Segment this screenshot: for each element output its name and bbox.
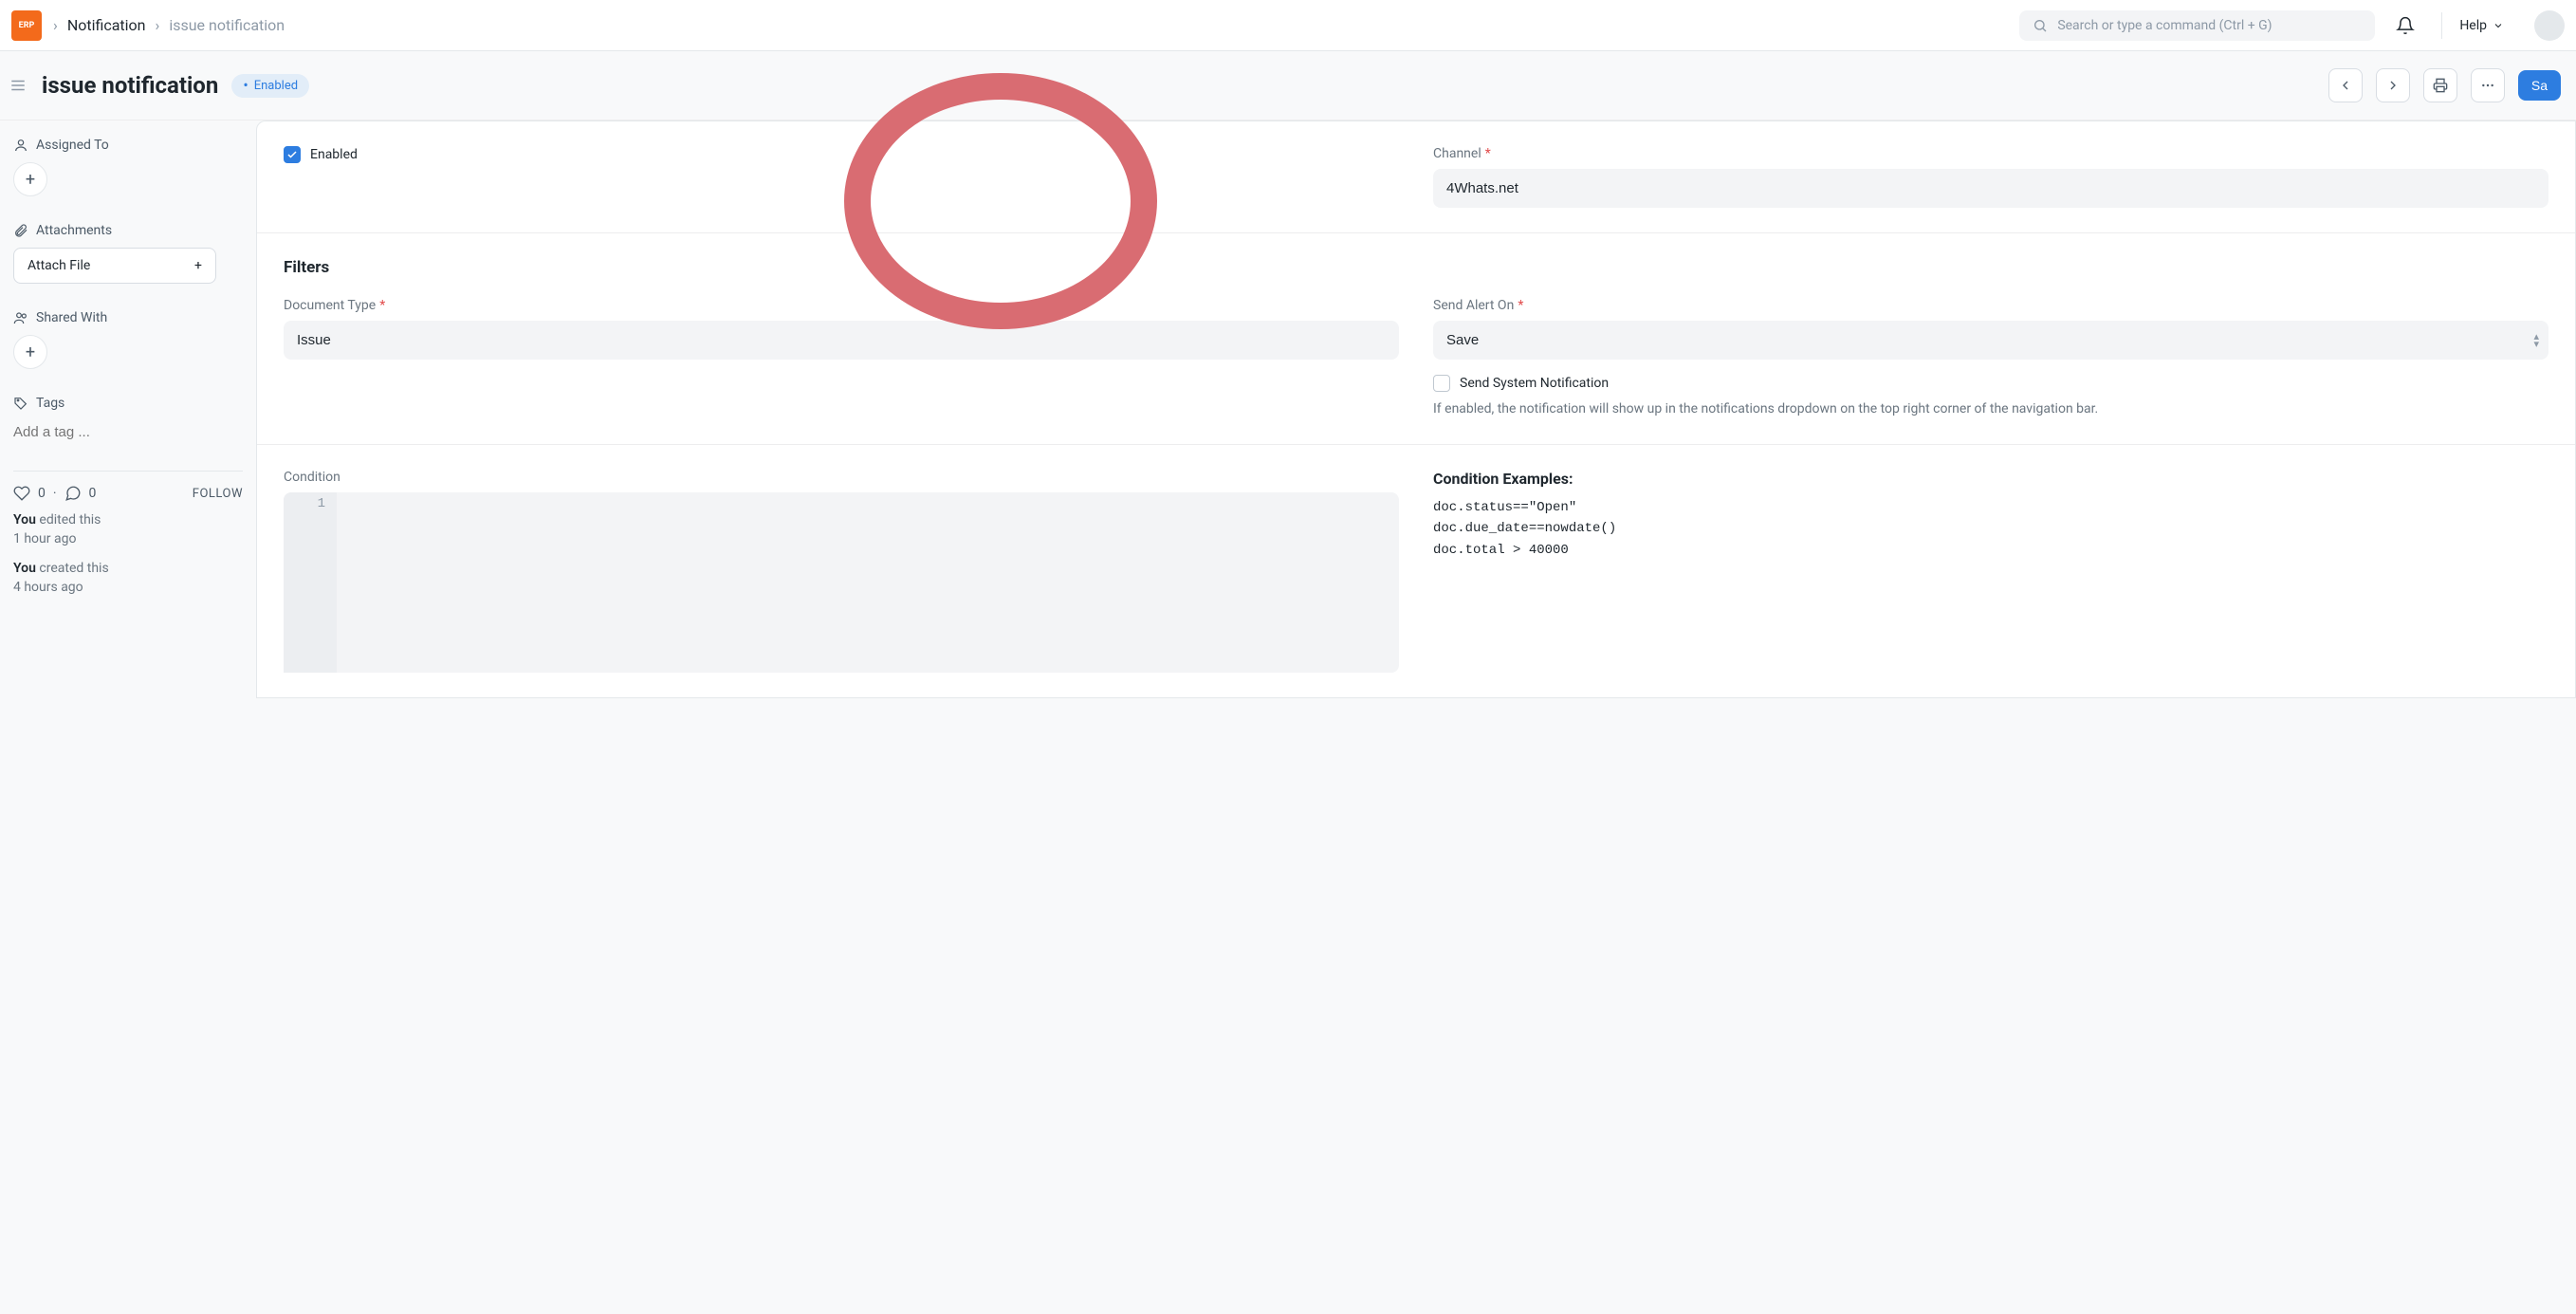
filters-title: Filters — [284, 258, 2548, 277]
page-title: issue notification — [42, 72, 218, 99]
assigned-to-label: Assigned To — [13, 138, 243, 153]
search-input[interactable]: Search or type a command (Ctrl + G) — [2019, 10, 2375, 41]
breadcrumb-current: issue notification — [169, 16, 285, 34]
comment-icon[interactable] — [64, 485, 82, 502]
doctype-label: Document Type* — [284, 298, 1399, 313]
heart-icon[interactable] — [13, 485, 30, 502]
editor-content[interactable] — [337, 492, 1399, 673]
examples-code: doc.status=="Open" doc.due_date==nowdate… — [1433, 497, 2548, 561]
app-logo[interactable]: ERP — [11, 10, 42, 41]
printer-icon — [2433, 78, 2448, 93]
help-label: Help — [2459, 18, 2487, 33]
print-button[interactable] — [2423, 68, 2457, 102]
chevron-right-icon: › — [53, 16, 58, 34]
add-share-button[interactable]: + — [13, 335, 47, 369]
bell-icon — [2396, 16, 2415, 35]
send-alert-label: Send Alert On* — [1433, 298, 2548, 313]
channel-field[interactable] — [1433, 169, 2548, 208]
activity-counts: 0 · 0 FOLLOW — [13, 485, 243, 502]
log-entry: You edited this 1 hour ago — [13, 511, 243, 548]
select-chevrons-icon: ▴▾ — [2533, 333, 2539, 348]
doctype-field[interactable] — [284, 321, 1399, 360]
users-icon — [13, 310, 28, 325]
channel-label: Channel* — [1433, 146, 2548, 161]
breadcrumb: › Notification › issue notification — [53, 16, 285, 34]
send-alert-field[interactable] — [1433, 321, 2548, 360]
plus-icon: + — [194, 258, 202, 273]
next-button[interactable] — [2376, 68, 2410, 102]
follow-button[interactable]: FOLLOW — [193, 487, 243, 501]
tags-label: Tags — [13, 396, 243, 411]
attachments-label: Attachments — [13, 223, 243, 238]
sidebar: Assigned To + Attachments Attach File + … — [0, 120, 256, 1314]
tag-icon — [13, 396, 28, 411]
shared-with-label: Shared With — [13, 310, 243, 325]
like-count: 0 — [38, 486, 46, 501]
enabled-checkbox[interactable] — [284, 146, 301, 163]
dots-icon — [2480, 78, 2495, 93]
paperclip-icon — [13, 223, 28, 238]
comment-count: 0 — [89, 486, 97, 501]
send-system-checkbox[interactable] — [1433, 375, 1450, 392]
search-placeholder: Search or type a command (Ctrl + G) — [2057, 18, 2272, 33]
log-entry: You created this 4 hours ago — [13, 560, 243, 597]
condition-label: Condition — [284, 470, 1399, 485]
search-icon — [2033, 18, 2048, 33]
status-badge: Enabled — [231, 74, 309, 98]
tag-input[interactable] — [13, 420, 243, 444]
enabled-label: Enabled — [310, 147, 358, 162]
send-system-label: Send System Notification — [1460, 376, 1609, 391]
page-header: issue notification Enabled Sa — [0, 51, 2576, 120]
breadcrumb-parent[interactable]: Notification — [67, 16, 146, 34]
main-content: Enabled Channel* Filters — [256, 120, 2576, 1314]
check-icon — [286, 149, 298, 160]
prev-button[interactable] — [2328, 68, 2363, 102]
top-nav: ERP › Notification › issue notification … — [0, 0, 2576, 51]
save-button[interactable]: Sa — [2518, 70, 2561, 101]
chevron-left-icon — [2338, 78, 2353, 93]
attach-file-label: Attach File — [28, 258, 90, 273]
condition-editor[interactable]: 1 — [284, 492, 1399, 673]
attach-file-button[interactable]: Attach File + — [13, 248, 216, 284]
examples-title: Condition Examples: — [1433, 470, 2548, 488]
chevron-down-icon — [2493, 20, 2504, 31]
page-body: Assigned To + Attachments Attach File + … — [0, 120, 2576, 1314]
add-assignee-button[interactable]: + — [13, 162, 47, 196]
notifications-button[interactable] — [2386, 10, 2424, 41]
editor-gutter: 1 — [284, 492, 337, 673]
chevron-right-icon — [2385, 78, 2401, 93]
hamburger-icon — [9, 77, 27, 94]
help-dropdown[interactable]: Help — [2441, 12, 2513, 39]
menu-toggle[interactable] — [8, 75, 28, 96]
chevron-right-icon: › — [156, 16, 160, 34]
user-icon — [13, 138, 28, 153]
more-button[interactable] — [2471, 68, 2505, 102]
send-system-help: If enabled, the notification will show u… — [1433, 399, 2548, 419]
avatar[interactable] — [2534, 10, 2565, 41]
